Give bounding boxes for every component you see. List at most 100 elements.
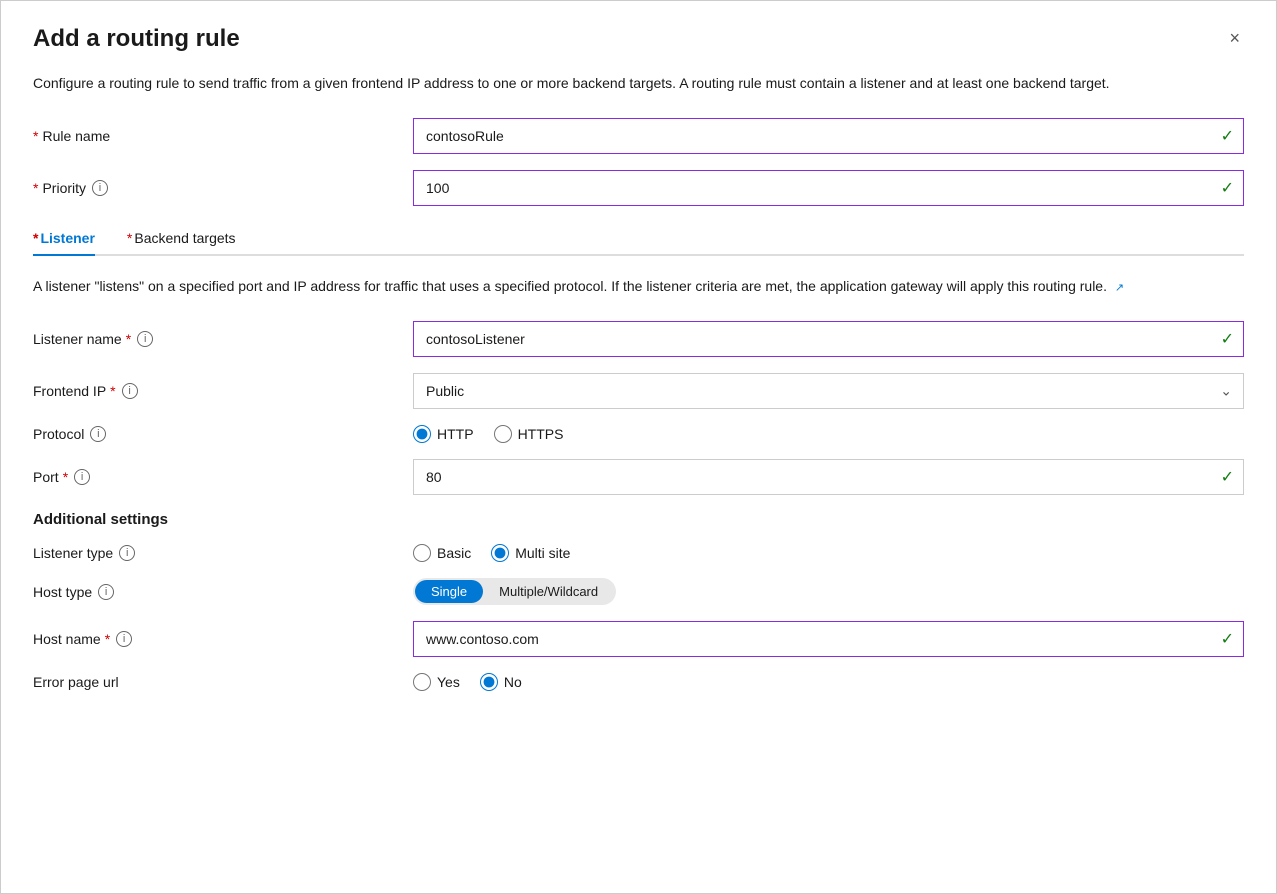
- frontend-ip-label-text: Frontend IP: [33, 383, 106, 399]
- error-page-url-yes-label[interactable]: Yes: [413, 673, 460, 691]
- tab-listener[interactable]: *Listener: [33, 222, 95, 254]
- rule-name-label: * Rule name: [33, 128, 413, 144]
- host-name-label: Host name * i: [33, 631, 413, 647]
- host-name-row: Host name * i ✓: [33, 621, 1244, 657]
- rule-name-check-icon: ✓: [1221, 126, 1234, 146]
- frontend-ip-select[interactable]: Public Private: [413, 373, 1244, 409]
- error-page-url-no-radio[interactable]: [480, 673, 498, 691]
- error-page-url-label: Error page url: [33, 674, 413, 690]
- host-name-control: ✓: [413, 621, 1244, 657]
- add-routing-rule-dialog: Add a routing rule × Configure a routing…: [0, 0, 1277, 894]
- listener-name-info-icon[interactable]: i: [137, 331, 153, 347]
- protocol-label-text: Protocol: [33, 426, 84, 442]
- tabs-row: *Listener *Backend targets: [33, 222, 1244, 256]
- priority-row: * Priority i ✓: [33, 170, 1244, 206]
- external-link-icon[interactable]: ↗: [1115, 282, 1124, 294]
- host-type-single-btn[interactable]: Single: [415, 580, 483, 603]
- tab-backend-targets[interactable]: *Backend targets: [127, 222, 236, 254]
- host-name-required-star: *: [105, 631, 110, 647]
- backend-tab-star: *: [127, 230, 132, 246]
- host-name-info-icon[interactable]: i: [116, 631, 132, 647]
- host-name-check-icon: ✓: [1221, 629, 1234, 649]
- protocol-http-label[interactable]: HTTP: [413, 425, 474, 443]
- error-page-url-row: Error page url Yes No: [33, 673, 1244, 691]
- frontend-ip-control: Public Private ⌄: [413, 373, 1244, 409]
- listener-type-basic-label[interactable]: Basic: [413, 544, 471, 562]
- protocol-https-radio[interactable]: [494, 425, 512, 443]
- error-page-url-yes-radio[interactable]: [413, 673, 431, 691]
- host-type-multiple-wildcard-btn[interactable]: Multiple/Wildcard: [483, 580, 614, 603]
- priority-required-star: *: [33, 180, 38, 196]
- host-name-input[interactable]: [413, 621, 1244, 657]
- priority-label: * Priority i: [33, 180, 413, 196]
- error-page-url-yes-text: Yes: [437, 674, 460, 690]
- protocol-radio-group: HTTP HTTPS: [413, 425, 1244, 443]
- port-control: ✓: [413, 459, 1244, 495]
- error-page-url-no-label[interactable]: No: [480, 673, 522, 691]
- listener-type-basic-radio[interactable]: [413, 544, 431, 562]
- rule-name-control: ✓: [413, 118, 1244, 154]
- listener-tab-label: Listener: [40, 230, 94, 246]
- port-label-text: Port: [33, 469, 59, 485]
- additional-settings-section: Additional settings Listener type i Basi…: [33, 511, 1244, 691]
- listener-type-label-text: Listener type: [33, 545, 113, 561]
- rule-name-row: * Rule name ✓: [33, 118, 1244, 154]
- listener-type-multisite-text: Multi site: [515, 545, 570, 561]
- rule-name-label-text: Rule name: [42, 128, 110, 144]
- frontend-ip-info-icon[interactable]: i: [122, 383, 138, 399]
- listener-name-required-star: *: [126, 331, 131, 347]
- listener-name-control: ✓: [413, 321, 1244, 357]
- protocol-label: Protocol i: [33, 426, 413, 442]
- frontend-ip-row: Frontend IP * i Public Private ⌄: [33, 373, 1244, 409]
- port-info-icon[interactable]: i: [74, 469, 90, 485]
- listener-name-label-text: Listener name: [33, 331, 122, 347]
- host-type-info-icon[interactable]: i: [98, 584, 114, 600]
- listener-type-multisite-radio[interactable]: [491, 544, 509, 562]
- error-page-url-no-text: No: [504, 674, 522, 690]
- host-type-toggle-group: Single Multiple/Wildcard: [413, 578, 616, 605]
- dialog-header: Add a routing rule ×: [33, 25, 1244, 53]
- rule-name-input[interactable]: [413, 118, 1244, 154]
- protocol-https-label[interactable]: HTTPS: [494, 425, 564, 443]
- listener-type-multisite-label[interactable]: Multi site: [491, 544, 570, 562]
- listener-type-control: Basic Multi site: [413, 544, 1244, 562]
- listener-name-input[interactable]: [413, 321, 1244, 357]
- host-name-input-wrap: ✓: [413, 621, 1244, 657]
- listener-type-basic-text: Basic: [437, 545, 471, 561]
- port-check-icon: ✓: [1221, 467, 1234, 487]
- protocol-info-icon[interactable]: i: [90, 426, 106, 442]
- listener-type-label: Listener type i: [33, 545, 413, 561]
- listener-name-row: Listener name * i ✓: [33, 321, 1244, 357]
- rule-name-required-star: *: [33, 128, 38, 144]
- priority-control: ✓: [413, 170, 1244, 206]
- listener-type-radio-group: Basic Multi site: [413, 544, 1244, 562]
- protocol-row: Protocol i HTTP HTTPS: [33, 425, 1244, 443]
- protocol-control: HTTP HTTPS: [413, 425, 1244, 443]
- host-type-label: Host type i: [33, 584, 413, 600]
- dialog-title: Add a routing rule: [33, 25, 240, 53]
- listener-name-label: Listener name * i: [33, 331, 413, 347]
- listener-name-check-icon: ✓: [1221, 329, 1234, 349]
- additional-settings-title: Additional settings: [33, 511, 1244, 528]
- priority-label-text: Priority: [42, 180, 86, 196]
- listener-type-info-icon[interactable]: i: [119, 545, 135, 561]
- frontend-ip-required-star: *: [110, 383, 115, 399]
- error-page-url-control: Yes No: [413, 673, 1244, 691]
- priority-input[interactable]: [413, 170, 1244, 206]
- port-row: Port * i ✓: [33, 459, 1244, 495]
- listener-name-input-wrap: ✓: [413, 321, 1244, 357]
- frontend-ip-select-wrap: Public Private ⌄: [413, 373, 1244, 409]
- listener-description: A listener "listens" on a specified port…: [33, 276, 1133, 297]
- protocol-http-radio[interactable]: [413, 425, 431, 443]
- priority-input-wrap: ✓: [413, 170, 1244, 206]
- listener-description-text: A listener "listens" on a specified port…: [33, 278, 1107, 294]
- backend-tab-label: Backend targets: [134, 230, 235, 246]
- listener-type-row: Listener type i Basic Multi site: [33, 544, 1244, 562]
- close-button[interactable]: ×: [1225, 25, 1244, 51]
- dialog-description: Configure a routing rule to send traffic…: [33, 73, 1133, 94]
- priority-info-icon[interactable]: i: [92, 180, 108, 196]
- port-input[interactable]: [413, 459, 1244, 495]
- port-label: Port * i: [33, 469, 413, 485]
- host-type-label-text: Host type: [33, 584, 92, 600]
- error-page-url-label-text: Error page url: [33, 674, 119, 690]
